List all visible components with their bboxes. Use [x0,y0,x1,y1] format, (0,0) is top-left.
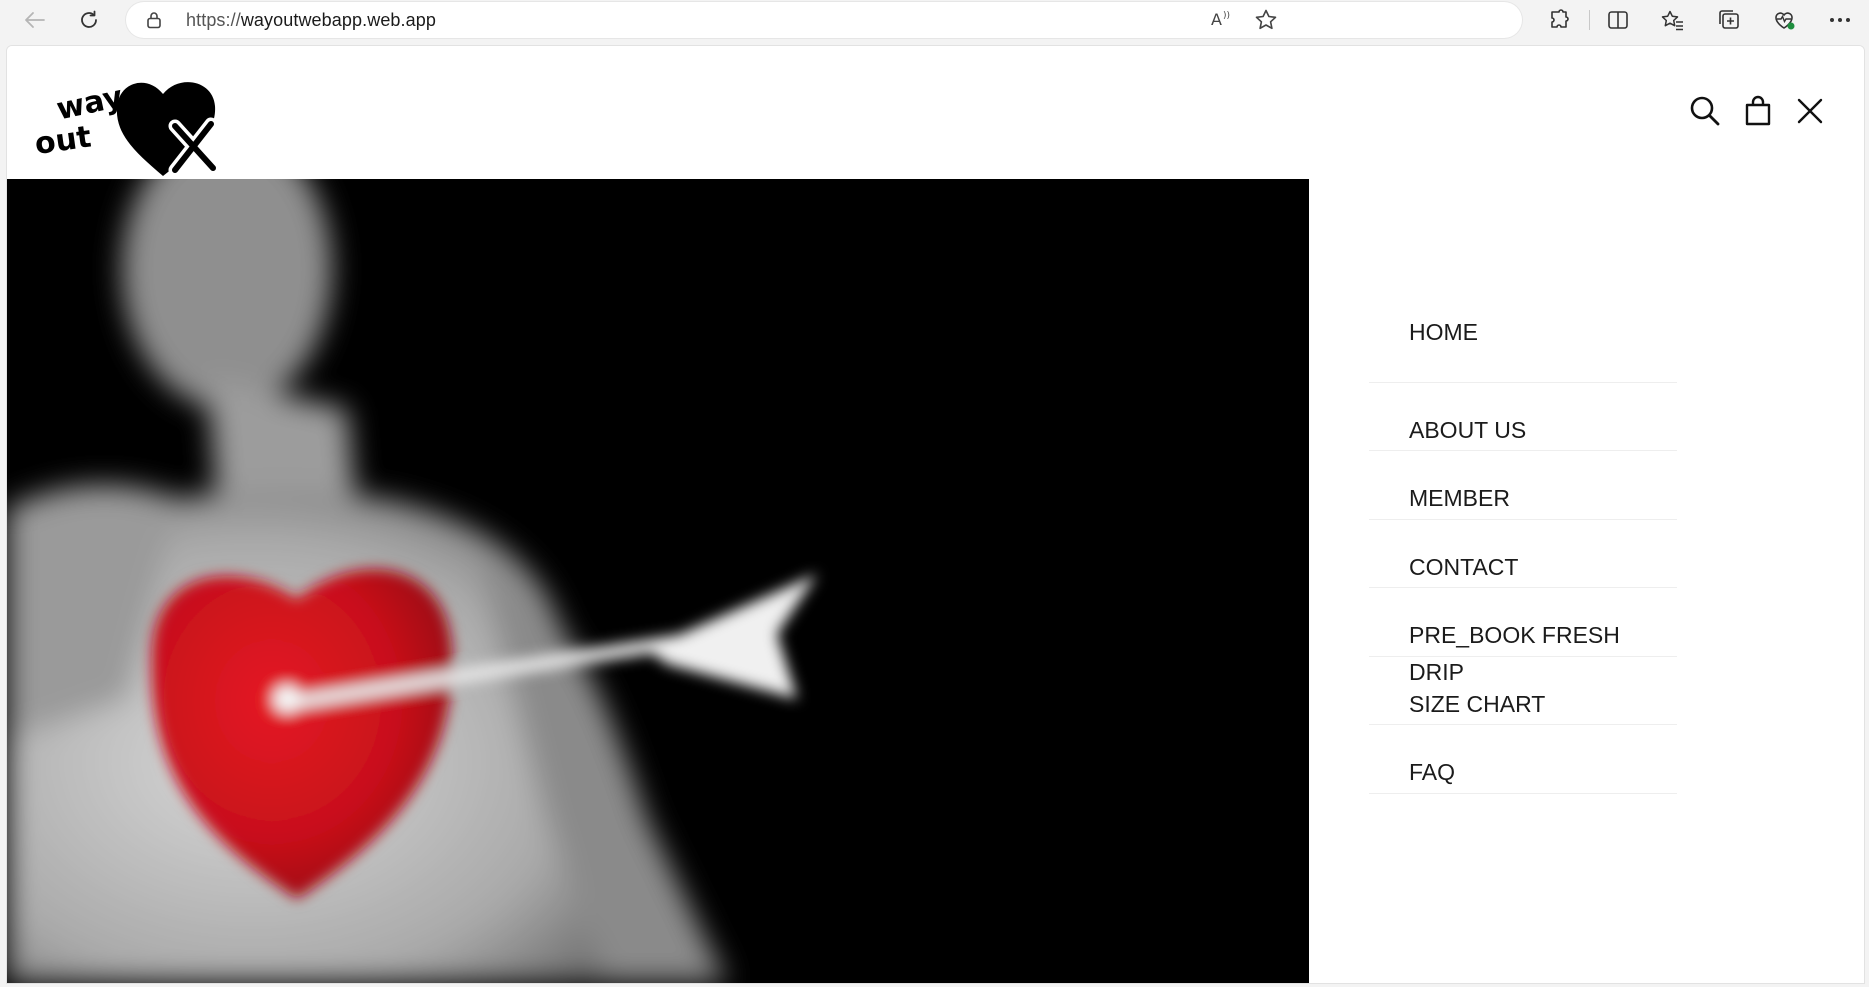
collections-icon[interactable] [1714,6,1744,34]
page-viewport: way out HOME ABOUT US MEMBER CONTACT PRE… [6,45,1865,984]
svg-text:out: out [35,120,93,162]
more-dots-icon[interactable] [1825,6,1855,34]
back-arrow-icon[interactable] [20,6,50,34]
hero-image [7,179,1309,983]
split-screen-icon[interactable] [1603,6,1633,34]
toolbar-divider [1589,10,1590,30]
menu-item-home[interactable]: HOME [1369,314,1677,383]
puzzle-icon[interactable] [1544,6,1574,34]
favorites-icon[interactable] [1658,6,1688,34]
menu-item-member[interactable]: MEMBER [1369,451,1677,520]
site-header: way out [7,46,1864,179]
browser-toolbar: https://wayoutwebapp.web.app A)) [0,0,1869,40]
main-menu: HOME ABOUT US MEMBER CONTACT PRE_BOOK FR… [1369,314,1677,794]
menu-item-faq[interactable]: FAQ [1369,725,1677,794]
url-host: wayoutwebapp.web.app [240,10,436,30]
svg-text:A: A [1211,10,1222,29]
star-icon[interactable] [1254,8,1278,37]
browser-essentials-icon[interactable] [1769,6,1799,34]
menu-item-contact[interactable]: CONTACT [1369,520,1677,588]
shopping-bag-icon[interactable] [1738,91,1778,131]
address-bar[interactable]: https://wayoutwebapp.web.app A)) [126,2,1522,38]
refresh-icon[interactable] [74,6,104,34]
close-icon[interactable] [1790,91,1830,131]
site-logo[interactable]: way out [33,72,245,177]
url-scheme: https:// [186,10,241,30]
read-aloud-icon[interactable]: A)) [1210,8,1234,35]
svg-text:)): )) [1223,11,1230,21]
menu-item-pre-book[interactable]: PRE_BOOK FRESH DRIP [1369,588,1677,685]
search-icon[interactable] [1685,91,1725,131]
lock-icon[interactable] [146,11,162,34]
svg-text:way: way [53,79,126,127]
menu-item-about-us[interactable]: ABOUT US [1369,383,1677,451]
url-text[interactable]: https://wayoutwebapp.web.app [186,10,436,31]
